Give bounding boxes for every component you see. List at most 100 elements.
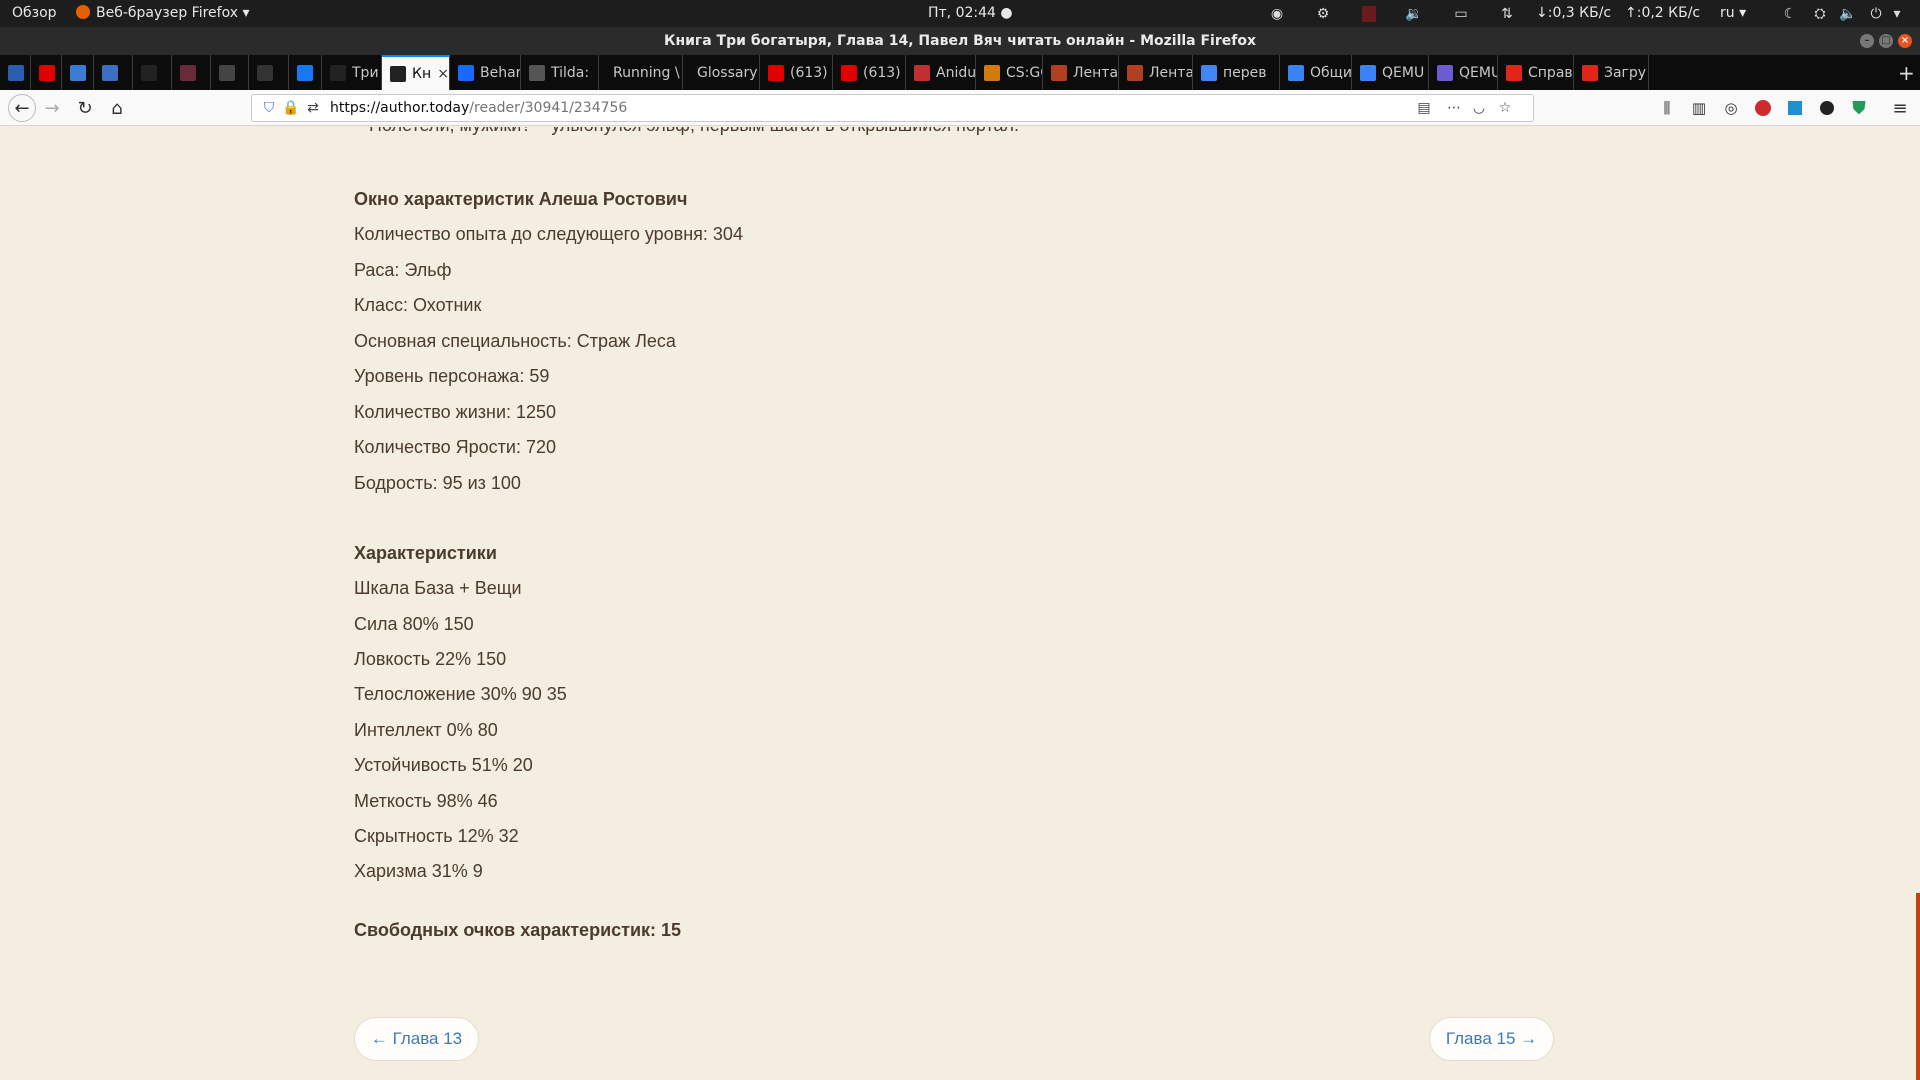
shield-icon[interactable]: ⛊	[1847, 96, 1871, 120]
tab-label: Общи	[1310, 64, 1351, 81]
url-bar[interactable]: ⛉ 🔒 ⇄ https://author.today/reader/30941/…	[251, 94, 1534, 122]
tab[interactable]: QEMU	[1352, 55, 1429, 90]
tab[interactable]: Anidu	[906, 55, 976, 90]
app-menu[interactable]: Веб-браузер Firefox ▾	[76, 0, 250, 27]
google-icon	[1201, 64, 1217, 81]
adobe-icon	[1582, 64, 1598, 81]
system-top-bar: Обзор Веб-браузер Firefox ▾ Пт, 02:44 ● …	[0, 0, 1920, 27]
new-tab-button[interactable]: +	[1890, 55, 1920, 90]
activities-button[interactable]: Обзор	[12, 0, 57, 27]
net-up-speed: ↑:0,2 КБ/с	[1625, 5, 1701, 21]
stat-line: Уровень персонажа: 59	[354, 366, 550, 386]
tab-label: Tilda:	[551, 64, 590, 81]
tab[interactable]: (613)	[760, 55, 833, 90]
hamburger-menu-icon[interactable]: ≡	[1888, 96, 1912, 120]
pocket-icon[interactable]: ◡	[1468, 97, 1490, 119]
mail-icon	[8, 64, 24, 81]
lenta-icon	[1051, 64, 1067, 81]
power-icon[interactable]: ⏻	[1867, 5, 1885, 22]
youtube-icon	[768, 64, 784, 81]
tab[interactable]: Лента	[1119, 55, 1193, 90]
behance-icon	[458, 64, 474, 81]
scrollbar-thumb[interactable]	[1916, 893, 1920, 1080]
account-icon[interactable]: ◎	[1719, 96, 1743, 120]
tab[interactable]	[289, 55, 322, 90]
lock-icon[interactable]: 🔒	[280, 97, 302, 119]
media-icon	[70, 64, 86, 81]
reader-view-icon[interactable]: ▤	[1413, 97, 1435, 119]
close-tab-icon[interactable]: ×	[437, 66, 449, 82]
paragraph-cut-off: – Полетели, мужики? – улыбнулся эльф, пе…	[354, 127, 1019, 136]
tab[interactable]: Три б	[322, 55, 382, 90]
tab-label: QEMU	[1459, 64, 1497, 81]
tab[interactable]	[62, 55, 94, 90]
prev-chapter-link[interactable]: ← Глава 13	[354, 1017, 479, 1061]
next-chapter-link[interactable]: Глава 15 →	[1429, 1017, 1554, 1061]
night-mode-icon[interactable]: ☾	[1781, 5, 1799, 22]
tab[interactable]: Tilda:	[521, 55, 599, 90]
stat-line: Количество Ярости: 720	[354, 437, 557, 457]
tab[interactable]	[172, 55, 211, 90]
page-actions-icon[interactable]: ⋯	[1443, 97, 1465, 119]
discord-icon[interactable]: ◉	[1268, 5, 1286, 22]
tab[interactable]	[211, 55, 249, 90]
sidebar-icon[interactable]: ▥	[1687, 96, 1711, 120]
tab[interactable]: Общи	[1280, 55, 1352, 90]
stat-line: Телосложение 30% 90 35	[354, 684, 567, 704]
clock[interactable]: Пт, 02:44 ●	[928, 0, 1013, 27]
qemu-icon	[1360, 64, 1376, 81]
navigation-toolbar: ← → ↻ ⌂ ⛉ 🔒 ⇄ https://author.today/reade…	[0, 90, 1920, 126]
home-button[interactable]: ⌂	[105, 96, 129, 120]
tracking-protection-icon[interactable]: ⛉	[258, 97, 280, 119]
permissions-icon[interactable]: ⇄	[302, 97, 324, 119]
tab[interactable]: перев	[1193, 55, 1280, 90]
volume-icon[interactable]: 🔉	[1405, 5, 1423, 22]
section-heading: Окно характеристик Алеша Ростович	[354, 189, 688, 209]
tab[interactable]	[249, 55, 289, 90]
tab[interactable]	[133, 55, 172, 90]
library-icon[interactable]: ⫼	[1655, 96, 1679, 120]
pause-icon	[102, 64, 118, 81]
adblock-icon[interactable]	[1751, 96, 1775, 120]
tab[interactable]: (613)	[833, 55, 906, 90]
tab[interactable]: CS:GC	[976, 55, 1043, 90]
tab[interactable]: Загру	[1574, 55, 1649, 90]
reload-button[interactable]: ↻	[73, 96, 97, 120]
speaker-icon[interactable]: 🔈	[1839, 5, 1857, 22]
chevron-down-icon[interactable]: ▾	[1888, 5, 1906, 22]
minimize-button[interactable]: –	[1860, 34, 1874, 48]
tab[interactable]	[94, 55, 133, 90]
tab[interactable]: Glossary	[683, 55, 760, 90]
tab[interactable]: QEMU	[1429, 55, 1498, 90]
stat-line: Меткость 98% 46	[354, 791, 498, 811]
back-button[interactable]: ←	[8, 94, 36, 122]
steam-icon[interactable]: ⚙	[1314, 5, 1332, 22]
url-text[interactable]: https://author.today/reader/30941/234756	[330, 95, 627, 121]
extension-icon[interactable]	[1783, 96, 1807, 120]
app-tray-icon[interactable]	[1360, 5, 1378, 22]
tab[interactable]: Лента	[1043, 55, 1119, 90]
tab[interactable]: Behar	[450, 55, 521, 90]
forward-button[interactable]: →	[40, 96, 64, 120]
tab[interactable]: Справ	[1498, 55, 1574, 90]
stat-line: Количество опыта до следующего уровня: 3…	[354, 224, 743, 244]
author-today-icon	[330, 64, 346, 81]
tab[interactable]	[0, 55, 31, 90]
tab[interactable]	[31, 55, 62, 90]
network-transfer-icon[interactable]: ⇅	[1498, 5, 1516, 22]
tab-active[interactable]: Кни ×	[382, 55, 450, 90]
extension-icon[interactable]	[1815, 96, 1839, 120]
screen-icon[interactable]: ▭	[1452, 5, 1470, 22]
window-title-bar: Книга Три богатыря, Глава 14, Павел Вяч …	[0, 27, 1920, 55]
keyboard-layout[interactable]: ru ▾	[1720, 0, 1746, 27]
close-window-button[interactable]: ×	[1898, 34, 1912, 48]
tab-label: Running \	[613, 64, 680, 81]
tab[interactable]: Running \	[599, 55, 683, 90]
bookmark-star-icon[interactable]: ☆	[1494, 97, 1516, 119]
qemu-icon	[1288, 64, 1304, 81]
maximize-button[interactable]: □	[1879, 34, 1893, 48]
lenta-icon	[1127, 64, 1143, 81]
tab-label: (613)	[790, 64, 828, 81]
network-icon[interactable]: ⛭	[1811, 5, 1829, 22]
stat-line: Раса: Эльф	[354, 260, 452, 280]
